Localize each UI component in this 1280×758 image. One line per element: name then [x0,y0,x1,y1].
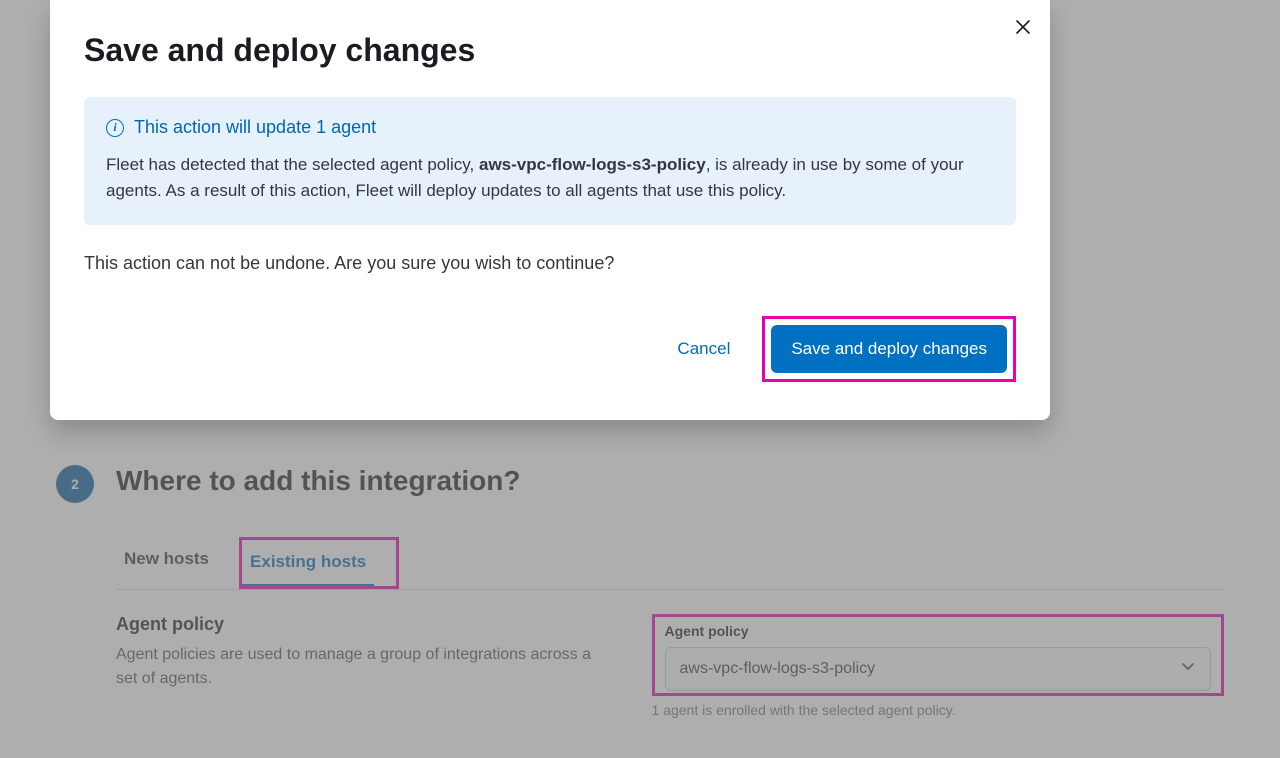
callout-body: Fleet has detected that the selected age… [106,152,994,205]
save-deploy-modal: Save and deploy changes i This action wi… [50,0,1050,420]
confirm-text: This action can not be undone. Are you s… [84,253,1016,274]
close-icon [1014,23,1032,40]
close-button[interactable] [1014,18,1032,41]
highlight-save-button: Save and deploy changes [762,316,1016,382]
info-callout: i This action will update 1 agent Fleet … [84,97,1016,225]
callout-policy-name: aws-vpc-flow-logs-s3-policy [479,155,706,174]
info-icon: i [106,119,124,137]
cancel-button[interactable]: Cancel [669,329,738,369]
save-deploy-button[interactable]: Save and deploy changes [771,325,1007,373]
callout-header: i This action will update 1 agent [106,117,994,138]
modal-actions: Cancel Save and deploy changes [84,316,1016,382]
callout-body-prefix: Fleet has detected that the selected age… [106,155,479,174]
callout-title: This action will update 1 agent [134,117,376,138]
modal-title: Save and deploy changes [84,32,1016,69]
